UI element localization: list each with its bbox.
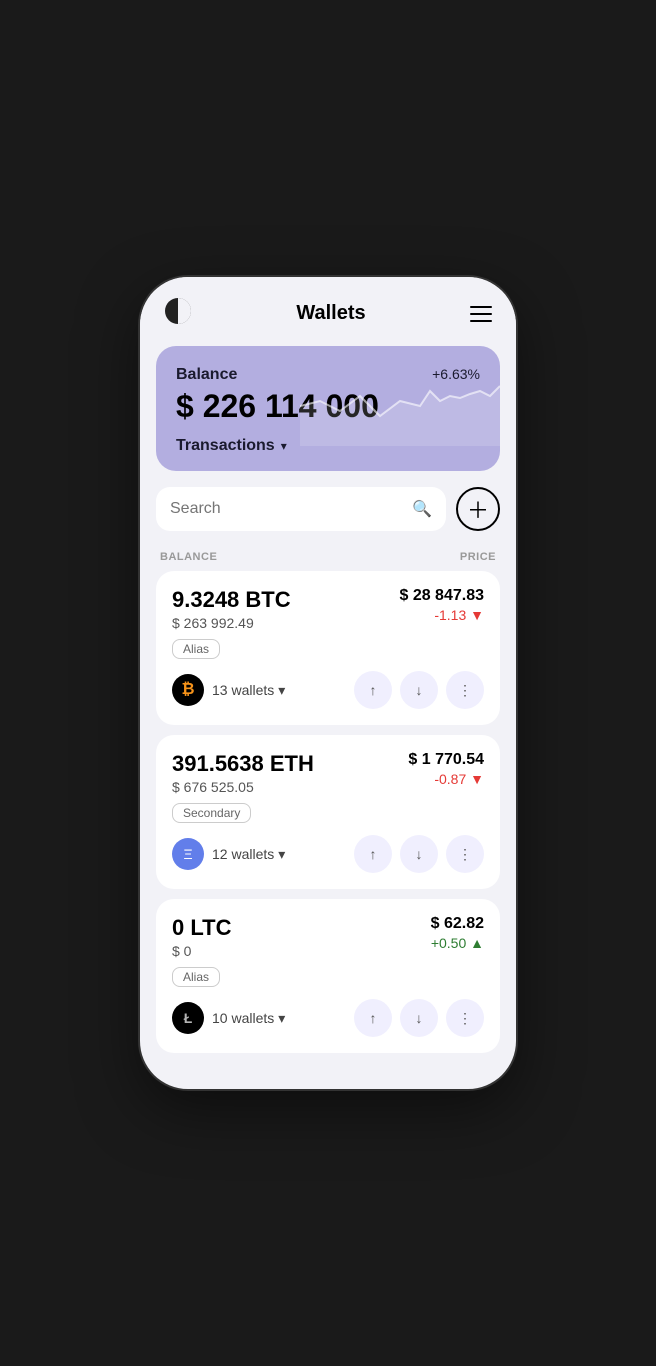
ltc-tag: Alias <box>172 967 220 987</box>
eth-send-button[interactable]: ↑ <box>354 835 392 873</box>
eth-amount: 391.5638 ETH <box>172 751 314 777</box>
btc-wallets[interactable]: 13 wallets ▾ <box>212 682 285 699</box>
eth-price: $ 1 770.54 <box>408 751 484 769</box>
price-column-header: PRICE <box>460 551 496 563</box>
btc-usd-value: $ 263 992.49 <box>172 615 291 631</box>
eth-wallets[interactable]: 12 wallets ▾ <box>212 846 285 863</box>
btc-more-button[interactable]: ⋮ <box>446 671 484 709</box>
coin-card-ltc: 0 LTC $ 0 Alias $ 62.82 +0.50 ▲ Ł 10 wal… <box>156 899 500 1053</box>
balance-label: Balance <box>176 366 237 384</box>
eth-more-button[interactable]: ⋮ <box>446 835 484 873</box>
btc-logo-icon: ₿ <box>172 674 204 706</box>
eth-logo-icon: Ξ <box>172 838 204 870</box>
search-container: 🔍 <box>156 487 446 531</box>
search-icon: 🔍 <box>412 499 432 519</box>
coins-list: 9.3248 BTC $ 263 992.49 Alias $ 28 847.8… <box>140 571 516 1077</box>
balance-card: Balance +6.63% $ 226 114 000 Transaction… <box>156 346 500 471</box>
btc-wallets-chevron-icon: ▾ <box>278 682 285 699</box>
search-row: 🔍 ＋ <box>140 487 516 543</box>
btc-identity: ₿ 13 wallets ▾ <box>172 674 285 706</box>
table-headers: BALANCE PRICE <box>140 543 516 571</box>
coin-card-eth: 391.5638 ETH $ 676 525.05 Secondary $ 1 … <box>156 735 500 889</box>
ltc-amount: 0 LTC <box>172 915 231 941</box>
search-input[interactable] <box>170 500 404 518</box>
transactions-label: Transactions <box>176 437 275 455</box>
coin-card-btc: 9.3248 BTC $ 263 992.49 Alias $ 28 847.8… <box>156 571 500 725</box>
ltc-identity: Ł 10 wallets ▾ <box>172 1002 285 1034</box>
eth-identity: Ξ 12 wallets ▾ <box>172 838 285 870</box>
header: Wallets <box>140 277 516 346</box>
phone-shell: Wallets Balance +6.63% $ 226 114 000 Tra… <box>140 277 516 1089</box>
balance-column-header: BALANCE <box>160 551 217 563</box>
btc-tag: Alias <box>172 639 220 659</box>
btc-change: -1.13 ▼ <box>399 607 484 623</box>
ltc-price: $ 62.82 <box>431 915 484 933</box>
eth-receive-button[interactable]: ↓ <box>400 835 438 873</box>
page-title: Wallets <box>296 302 365 325</box>
eth-change: -0.87 ▼ <box>408 771 484 787</box>
ltc-more-button[interactable]: ⋮ <box>446 999 484 1037</box>
ltc-wallets[interactable]: 10 wallets ▾ <box>212 1010 285 1027</box>
ltc-usd-value: $ 0 <box>172 943 231 959</box>
eth-tag: Secondary <box>172 803 251 823</box>
balance-chart <box>300 346 500 446</box>
eth-usd-value: $ 676 525.05 <box>172 779 314 795</box>
btc-amount: 9.3248 BTC <box>172 587 291 613</box>
add-wallet-button[interactable]: ＋ <box>456 487 500 531</box>
btc-send-button[interactable]: ↑ <box>354 671 392 709</box>
btc-receive-button[interactable]: ↓ <box>400 671 438 709</box>
menu-button[interactable] <box>470 306 492 322</box>
ltc-receive-button[interactable]: ↓ <box>400 999 438 1037</box>
ltc-logo-icon: Ł <box>172 1002 204 1034</box>
logo-icon <box>164 297 192 330</box>
transactions-chevron-icon: ▾ <box>281 439 287 453</box>
btc-price: $ 28 847.83 <box>399 587 484 605</box>
ltc-send-button[interactable]: ↑ <box>354 999 392 1037</box>
ltc-change: +0.50 ▲ <box>431 935 484 951</box>
eth-wallets-chevron-icon: ▾ <box>278 846 285 863</box>
ltc-wallets-chevron-icon: ▾ <box>278 1010 285 1027</box>
